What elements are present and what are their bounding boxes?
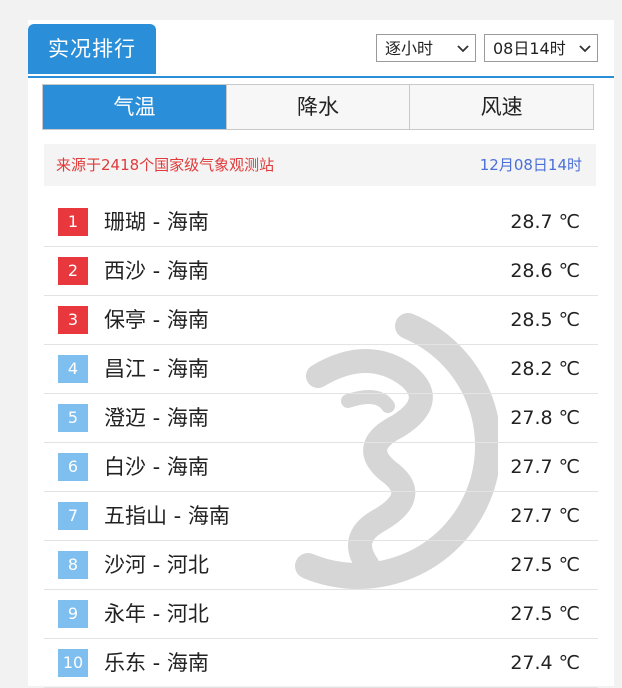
station-name: 永年 - 河北 — [104, 602, 209, 626]
station-value: 28.6 ℃ — [510, 260, 580, 282]
source-bar: 来源于2418个国家级气象观测站 12月08日14时 — [44, 144, 596, 186]
station-value: 28.7 ℃ — [510, 211, 580, 233]
table-row[interactable]: 1 珊瑚 - 海南 28.7 ℃ — [44, 198, 598, 247]
table-row[interactable]: 5 澄迈 - 海南 27.8 ℃ — [44, 394, 598, 443]
station-value: 27.5 ℃ — [510, 554, 580, 576]
station-value: 27.7 ℃ — [510, 505, 580, 527]
station-name: 白沙 - 海南 — [104, 455, 209, 479]
chevron-down-icon — [579, 35, 591, 73]
table-row[interactable]: 8 沙河 - 河北 27.5 ℃ — [44, 541, 598, 590]
tab-temperature[interactable]: 气温 — [43, 85, 226, 129]
station-value: 27.8 ℃ — [510, 407, 580, 429]
rank-badge: 1 — [58, 208, 88, 236]
interval-select-value: 逐小时 — [385, 39, 434, 58]
station-name: 昌江 - 海南 — [104, 357, 209, 381]
rank-badge: 9 — [58, 600, 88, 628]
panel-title: 实况排行 — [28, 24, 156, 74]
tab-precipitation[interactable]: 降水 — [225, 85, 410, 129]
station-value: 27.5 ℃ — [510, 603, 580, 625]
table-row[interactable]: 2 西沙 - 海南 28.6 ℃ — [44, 247, 598, 296]
table-row[interactable]: 4 昌江 - 海南 28.2 ℃ — [44, 345, 598, 394]
station-value: 28.5 ℃ — [510, 309, 580, 331]
rank-badge: 4 — [58, 355, 88, 383]
time-select-value: 08日14时 — [493, 39, 566, 58]
rank-badge: 7 — [58, 502, 88, 530]
rank-badge: 5 — [58, 404, 88, 432]
tab-wind-speed[interactable]: 风速 — [409, 85, 594, 129]
table-row[interactable]: 6 白沙 - 海南 27.7 ℃ — [44, 443, 598, 492]
rank-badge: 10 — [58, 649, 88, 677]
table-row[interactable]: 3 保亭 - 海南 28.5 ℃ — [44, 296, 598, 345]
station-value: 27.7 ℃ — [510, 456, 580, 478]
rank-badge: 6 — [58, 453, 88, 481]
source-text: 来源于2418个国家级气象观测站 — [56, 156, 275, 174]
station-value: 28.2 ℃ — [510, 358, 580, 380]
time-select[interactable]: 08日14时 — [484, 34, 598, 62]
rank-badge: 2 — [58, 257, 88, 285]
station-name: 沙河 - 河北 — [104, 553, 209, 577]
rank-badge: 3 — [58, 306, 88, 334]
station-name: 乐东 - 海南 — [104, 651, 209, 675]
rank-badge: 8 — [58, 551, 88, 579]
table-row[interactable]: 7 五指山 - 海南 27.7 ℃ — [44, 492, 598, 541]
ranking-panel: 实况排行 逐小时 08日14时 气温 降水 风速 来源于2418个国家级气象观测… — [28, 20, 614, 688]
table-row[interactable]: 9 永年 - 河北 27.5 ℃ — [44, 590, 598, 639]
station-name: 珊瑚 - 海南 — [104, 210, 209, 234]
station-name: 保亭 - 海南 — [104, 308, 209, 332]
metric-tabs: 气温 降水 风速 — [42, 84, 594, 130]
chevron-down-icon — [457, 35, 469, 73]
station-name: 西沙 - 海南 — [104, 259, 209, 283]
panel-header: 实况排行 逐小时 08日14时 — [28, 24, 614, 78]
station-name: 五指山 - 海南 — [104, 504, 230, 528]
station-name: 澄迈 - 海南 — [104, 406, 209, 430]
ranking-list: 1 珊瑚 - 海南 28.7 ℃ 2 西沙 - 海南 28.6 ℃ 3 保亭 -… — [44, 198, 598, 688]
source-time: 12月08日14时 — [479, 156, 582, 174]
station-value: 27.4 ℃ — [510, 652, 580, 674]
interval-select[interactable]: 逐小时 — [376, 34, 476, 62]
table-row[interactable]: 10 乐东 - 海南 27.4 ℃ — [44, 639, 598, 688]
